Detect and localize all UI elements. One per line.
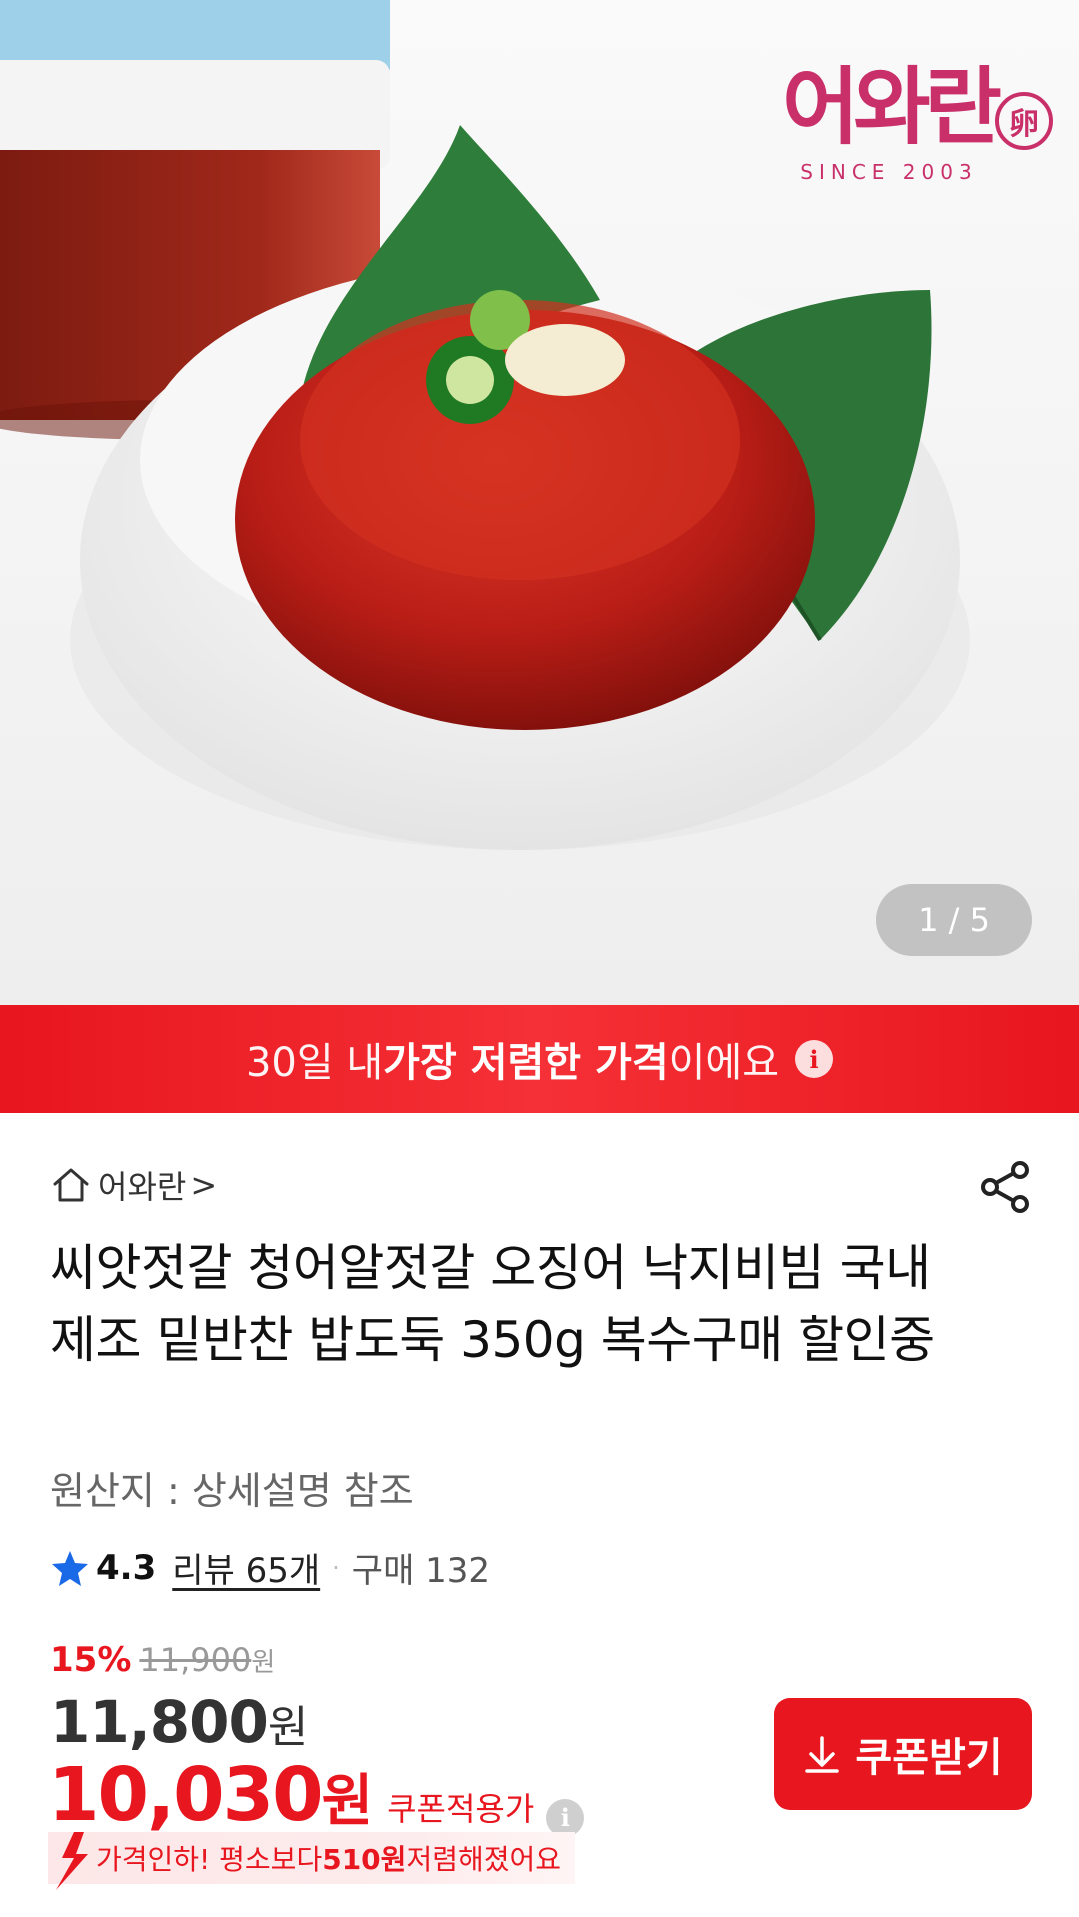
drop-notice-prefix: 가격인하! 평소보다 <box>96 1843 323 1876</box>
drop-notice-suffix: 저렴해졌어요 <box>406 1843 561 1876</box>
banner-highlight: 가장 저렴한 가격 <box>383 1040 669 1086</box>
coupon-price-value: 10,030 <box>48 1752 324 1838</box>
separator-dot: · <box>332 1553 340 1582</box>
original-price: 11,900 <box>139 1641 252 1679</box>
price-drop-notice: 가격인하! 평소보다 510원 저렴해졌어요 <box>48 1832 575 1890</box>
purchase-count: 구매 132 <box>351 1551 491 1591</box>
brand-since-text: SINCE 2003 <box>800 160 978 184</box>
download-icon <box>805 1736 840 1773</box>
sale-price: 11,800원 <box>50 1688 308 1756</box>
product-image[interactable]: 어와란 卵 SINCE 2003 1 / 5 <box>0 0 1079 1005</box>
discount-rate: 15% <box>50 1640 132 1680</box>
review-count-link[interactable]: 리뷰 65개 <box>172 1543 320 1592</box>
coupon-applied-label: 쿠폰적용가 <box>387 1790 535 1828</box>
sale-price-value: 11,800 <box>50 1688 269 1756</box>
lowest-price-banner[interactable]: 30일 내 가장 저렴한 가격 이에요 i <box>0 1005 1079 1113</box>
coupon-price-row: 10,030원 쿠폰적용가 i <box>48 1752 585 1838</box>
brand-logo: 어와란 <box>782 58 1002 156</box>
chevron-right-icon: > <box>190 1166 218 1204</box>
share-icon[interactable] <box>976 1158 1034 1216</box>
brand-egg-mark: 卵 <box>995 92 1053 150</box>
store-link[interactable]: 어와란 > <box>50 1160 217 1210</box>
product-title: 씨앗젓갈 청어알젓갈 오징어 낙지비빔 국내제조 밑반찬 밥도둑 350g 복수… <box>50 1239 935 1369</box>
original-price-unit: 원 <box>251 1648 276 1678</box>
coupon-price: 10,030원 <box>48 1752 374 1838</box>
home-icon <box>53 1168 89 1202</box>
price-drop-arrow-icon <box>56 1832 88 1890</box>
info-icon[interactable]: i <box>795 1040 834 1078</box>
coupon-info-icon[interactable]: i <box>546 1798 585 1837</box>
banner-prefix: 30일 내 <box>245 1040 384 1086</box>
rating-score: 4.3 <box>96 1547 157 1588</box>
sale-price-unit: 원 <box>267 1702 308 1753</box>
store-name: 어와란 <box>98 1168 187 1206</box>
banner-suffix: 이에요 <box>668 1040 780 1086</box>
star-icon <box>52 1550 88 1586</box>
get-coupon-button[interactable]: 쿠폰받기 <box>774 1698 1032 1810</box>
product-origin: 원산지 : 상세설명 참조 <box>50 1469 414 1513</box>
coupon-price-unit: 원 <box>321 1769 374 1834</box>
image-counter: 1 / 5 <box>876 884 1032 956</box>
rating-row: 4.3 리뷰 65개 · 구매 132 <box>50 1543 490 1592</box>
discount-row: 15% 11,900 원 <box>50 1640 275 1680</box>
get-coupon-label: 쿠폰받기 <box>855 1735 1003 1781</box>
drop-notice-amount: 510원 <box>322 1843 407 1876</box>
